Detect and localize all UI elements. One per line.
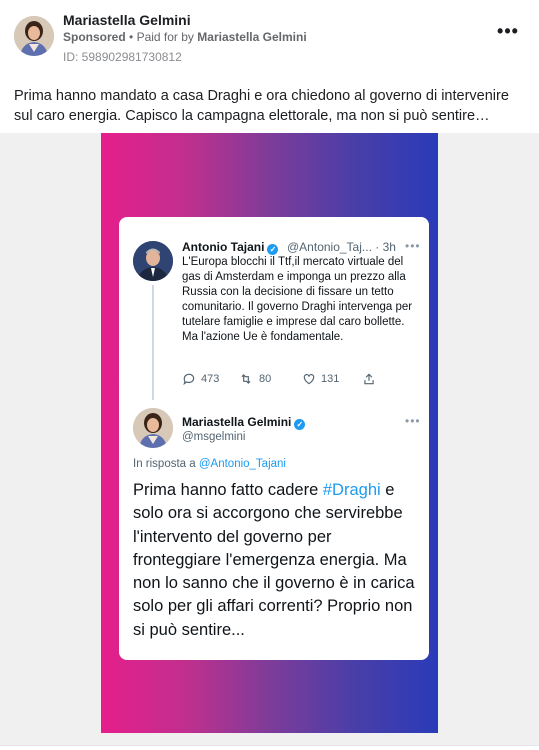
tweet1-text: L'Europa blocchi il Ttf,il mercato virtu… xyxy=(182,256,413,343)
heart-icon xyxy=(303,374,315,385)
author-avatar[interactable] xyxy=(14,16,54,56)
hashtag-draghi: #Draghi xyxy=(322,481,381,499)
tweet1-actions: 473 80 131 xyxy=(182,372,418,390)
tweet2-text-before: Prima hanno fatto cadere xyxy=(133,481,323,499)
ad-creative-image[interactable]: Antonio Tajani ✓ @Antonio_Taj... · 3h •••… xyxy=(101,133,438,733)
tweet1-share xyxy=(362,372,376,386)
verified-icon: ✓ xyxy=(267,244,279,255)
paid-for-name[interactable]: Mariastella Gelmini xyxy=(197,30,306,44)
tweet1-reply: 473 xyxy=(182,372,219,386)
reply-to-handle: @Antonio_Tajani xyxy=(198,458,286,470)
gelmini-tweet-avatar xyxy=(133,408,173,448)
post-text: Prima hanno mandato a casa Draghi e ora … xyxy=(14,88,509,124)
tweet1-handle-time: @Antonio_Taj... · 3h xyxy=(287,240,396,254)
tweet-screenshot-card: Antonio Tajani ✓ @Antonio_Taj... · 3h •••… xyxy=(119,217,429,660)
author-name[interactable]: Mariastella Gelmini xyxy=(63,12,191,28)
tweet1-more-icon: ••• xyxy=(405,239,421,253)
tweet1-like: 131 xyxy=(302,372,339,386)
tweet2-more-icon: ••• xyxy=(405,414,421,428)
tweet1-retweet: 80 xyxy=(238,372,271,386)
retweet-icon xyxy=(241,374,251,384)
verified-icon: ✓ xyxy=(294,419,306,430)
tweet2-author: Mariastella Gelmini ✓ xyxy=(182,415,306,430)
sponsored-line: Sponsored • Paid for by Mariastella Gelm… xyxy=(63,30,307,44)
reply-to-line: In risposta a @Antonio_Tajani xyxy=(133,458,286,470)
more-options-button[interactable]: ••• xyxy=(496,22,520,44)
retweet-count: 80 xyxy=(259,373,272,385)
tweet2-author-name: Mariastella Gelmini xyxy=(182,415,292,429)
thread-line xyxy=(152,285,154,400)
tweet1-author: Antonio Tajani ✓ xyxy=(182,240,279,255)
paid-for-prefix: Paid for by xyxy=(136,30,194,44)
sponsored-label: Sponsored xyxy=(63,30,126,44)
post-header: Mariastella Gelmini Sponsored • Paid for… xyxy=(0,0,539,72)
ad-id: ID: 598902981730812 xyxy=(63,50,182,64)
media-area: Antonio Tajani ✓ @Antonio_Taj... · 3h •••… xyxy=(0,133,539,745)
tweet1-dot: · xyxy=(375,240,380,254)
reply-icon xyxy=(183,373,195,386)
like-count: 131 xyxy=(321,373,340,385)
reply-to-prefix: In risposta a xyxy=(133,458,196,470)
tweet1-author-name: Antonio Tajani xyxy=(182,240,265,254)
tweet2-handle: @msgelmini xyxy=(182,431,246,443)
tajani-avatar xyxy=(133,241,173,281)
bottom-divider xyxy=(0,745,539,746)
tweet2-text-after: e solo ora si accorgono che servirebbe l… xyxy=(133,481,415,639)
reply-count: 473 xyxy=(201,373,220,385)
tweet1-time: 3h xyxy=(382,240,396,254)
tweet1-handle: @Antonio_Taj... xyxy=(287,240,372,254)
share-icon xyxy=(364,373,374,385)
tweet2-text: Prima hanno fatto cadere #Draghi e solo … xyxy=(133,479,423,642)
meta-separator: • xyxy=(129,30,137,44)
